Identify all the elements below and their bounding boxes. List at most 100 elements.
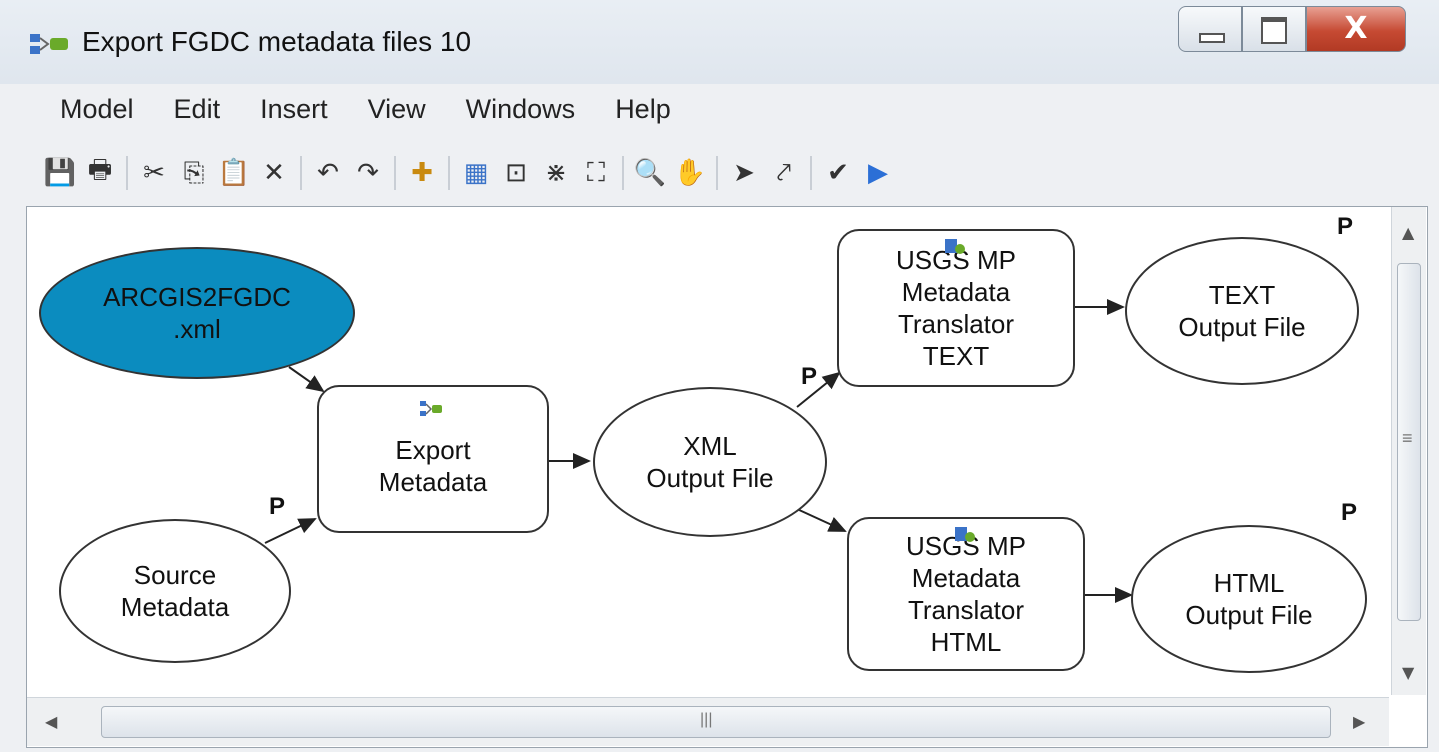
- redo-icon: ↷: [357, 158, 379, 188]
- full-extent-button[interactable]: ⊡: [496, 153, 536, 193]
- node-html-output-file[interactable]: HTML Output File: [1131, 525, 1367, 673]
- node-label-line3: Translator: [907, 595, 1025, 625]
- paste-button[interactable]: 📋: [214, 153, 254, 193]
- node-label-line1: ARCGIS2FGDC: [103, 282, 291, 312]
- node-export-metadata-tool[interactable]: Export Metadata: [317, 385, 549, 533]
- fixed-zoom-out-icon: ⛶: [586, 157, 606, 188]
- scroll-left-icon[interactable]: ◀: [45, 712, 57, 731]
- node-label-line1: Export: [395, 435, 471, 465]
- model-builder-window: Export FGDC metadata files 10 X Model Ed…: [0, 0, 1439, 752]
- copy-icon: ⎘: [183, 157, 205, 188]
- vertical-scrollbar[interactable]: ▲ ≡ ▼: [1391, 207, 1426, 695]
- toolbar-separator: [810, 156, 812, 190]
- node-label-line2: Output File: [1185, 600, 1313, 630]
- close-button[interactable]: X: [1306, 6, 1406, 52]
- validate-button[interactable]: ✔: [818, 153, 858, 193]
- node-xml-output-file[interactable]: XML Output File: [593, 387, 827, 537]
- minimize-icon: [1199, 33, 1225, 43]
- zoom-in-icon: 🔍: [633, 158, 667, 188]
- node-source-metadata[interactable]: Source Metadata: [59, 519, 291, 663]
- node-label-line2: .xml: [173, 314, 221, 344]
- menu-help[interactable]: Help: [595, 88, 691, 136]
- title-bar[interactable]: Export FGDC metadata files 10 X: [0, 0, 1439, 84]
- cut-button[interactable]: ✂: [134, 153, 174, 193]
- tool-icon: [420, 401, 442, 416]
- node-label-line4: HTML: [930, 627, 1002, 657]
- copy-button[interactable]: ⎘: [174, 153, 214, 193]
- node-usgs-mp-translator-html[interactable]: USGS MP Metadata Translator HTML: [847, 517, 1085, 671]
- cut-icon: ✂: [143, 158, 165, 188]
- horizontal-scrollbar[interactable]: ◀ ||| ▶: [27, 697, 1389, 746]
- pan-button[interactable]: ✋: [670, 153, 710, 193]
- undo-button[interactable]: ↶: [308, 153, 348, 193]
- node-label-line2: Metadata: [911, 563, 1021, 593]
- toolbar-separator: [300, 156, 302, 190]
- parameter-p-label: P: [1341, 499, 1358, 526]
- fixed-zoom-out-button[interactable]: ⛶: [576, 153, 616, 193]
- validate-icon: ✔: [827, 158, 849, 188]
- redo-button[interactable]: ↷: [348, 153, 388, 193]
- undo-icon: ↶: [317, 158, 339, 188]
- pan-icon: ✋: [673, 158, 707, 188]
- delete-button[interactable]: ✕: [254, 153, 294, 193]
- connect-icon: ⤤: [776, 157, 792, 188]
- maximize-icon: [1261, 17, 1287, 44]
- window-title: Export FGDC metadata files 10: [82, 26, 472, 57]
- connector-xml-usgshtml: [796, 508, 847, 532]
- node-label-line4: TEXT: [922, 341, 990, 371]
- menu-windows[interactable]: Windows: [446, 88, 596, 136]
- tool-icon: [945, 239, 965, 254]
- select-icon: ➤: [733, 158, 755, 188]
- node-label-line2: Metadata: [901, 277, 1011, 307]
- node-usgs-mp-translator-text[interactable]: USGS MP Metadata Translator TEXT: [837, 229, 1075, 387]
- horizontal-scroll-thumb[interactable]: |||: [101, 706, 1331, 738]
- node-label-line2: Output File: [646, 463, 774, 493]
- node-text-output-file[interactable]: TEXT Output File: [1125, 237, 1359, 385]
- add-data-button[interactable]: ✚: [402, 153, 442, 193]
- toolbar: 💾 🖶 ✂ ⎘ 📋 ✕ ↶ ↷ ✚ ▦ ⊡ ⋇ ⛶ 🔍 ✋ ➤ ⤤ ✔ ▶: [40, 146, 1170, 200]
- toolbar-separator: [622, 156, 624, 190]
- close-icon: X: [1344, 11, 1368, 46]
- zoom-in-button[interactable]: 🔍: [630, 153, 670, 193]
- minimize-button[interactable]: [1178, 6, 1242, 52]
- paste-icon: 📋: [217, 158, 251, 188]
- node-label-line1: Source: [133, 560, 217, 590]
- node-arcgis2fgdc-xml[interactable]: ARCGIS2FGDC .xml: [39, 247, 355, 379]
- auto-layout-button[interactable]: ▦: [456, 153, 496, 193]
- menu-edit[interactable]: Edit: [154, 88, 241, 136]
- parameter-p-label: P: [269, 493, 286, 520]
- node-label-line3: Translator: [897, 309, 1015, 339]
- menu-insert[interactable]: Insert: [240, 88, 348, 136]
- fixed-zoom-in-button[interactable]: ⋇: [536, 153, 576, 193]
- scroll-up-icon[interactable]: ▲: [1402, 223, 1414, 242]
- vertical-scroll-thumb[interactable]: ≡: [1397, 263, 1421, 621]
- connector-arcgis-export: [288, 366, 325, 393]
- model-canvas-frame: ARCGIS2FGDC .xml Source Metadata P Expor…: [26, 206, 1428, 748]
- full-extent-icon: ⊡: [505, 158, 527, 188]
- connect-button[interactable]: ⤤: [764, 153, 804, 193]
- print-button[interactable]: 🖶: [80, 153, 120, 193]
- tool-icon: [955, 527, 975, 542]
- menu-view[interactable]: View: [348, 88, 446, 136]
- menu-model[interactable]: Model: [40, 88, 154, 136]
- caption-buttons: X: [1178, 6, 1406, 56]
- run-icon: ▶: [868, 158, 888, 188]
- toolbar-separator: [716, 156, 718, 190]
- toolbar-separator: [126, 156, 128, 190]
- connector-source-export: [264, 518, 317, 544]
- add-data-icon: ✚: [411, 158, 433, 188]
- delete-icon: ✕: [263, 158, 285, 188]
- scroll-right-icon[interactable]: ▶: [1353, 712, 1365, 731]
- node-label-line1: XML: [683, 431, 737, 461]
- toolbar-separator: [394, 156, 396, 190]
- model-builder-icon: [30, 34, 68, 54]
- select-button[interactable]: ➤: [724, 153, 764, 193]
- save-button[interactable]: 💾: [40, 153, 80, 193]
- scroll-down-icon[interactable]: ▼: [1402, 663, 1414, 682]
- grip-icon: |||: [700, 711, 713, 728]
- save-icon: 💾: [43, 158, 77, 188]
- run-button[interactable]: ▶: [858, 153, 898, 193]
- auto-layout-icon: ▦: [463, 158, 489, 188]
- maximize-button[interactable]: [1242, 6, 1306, 52]
- model-canvas[interactable]: ARCGIS2FGDC .xml Source Metadata P Expor…: [27, 207, 1389, 695]
